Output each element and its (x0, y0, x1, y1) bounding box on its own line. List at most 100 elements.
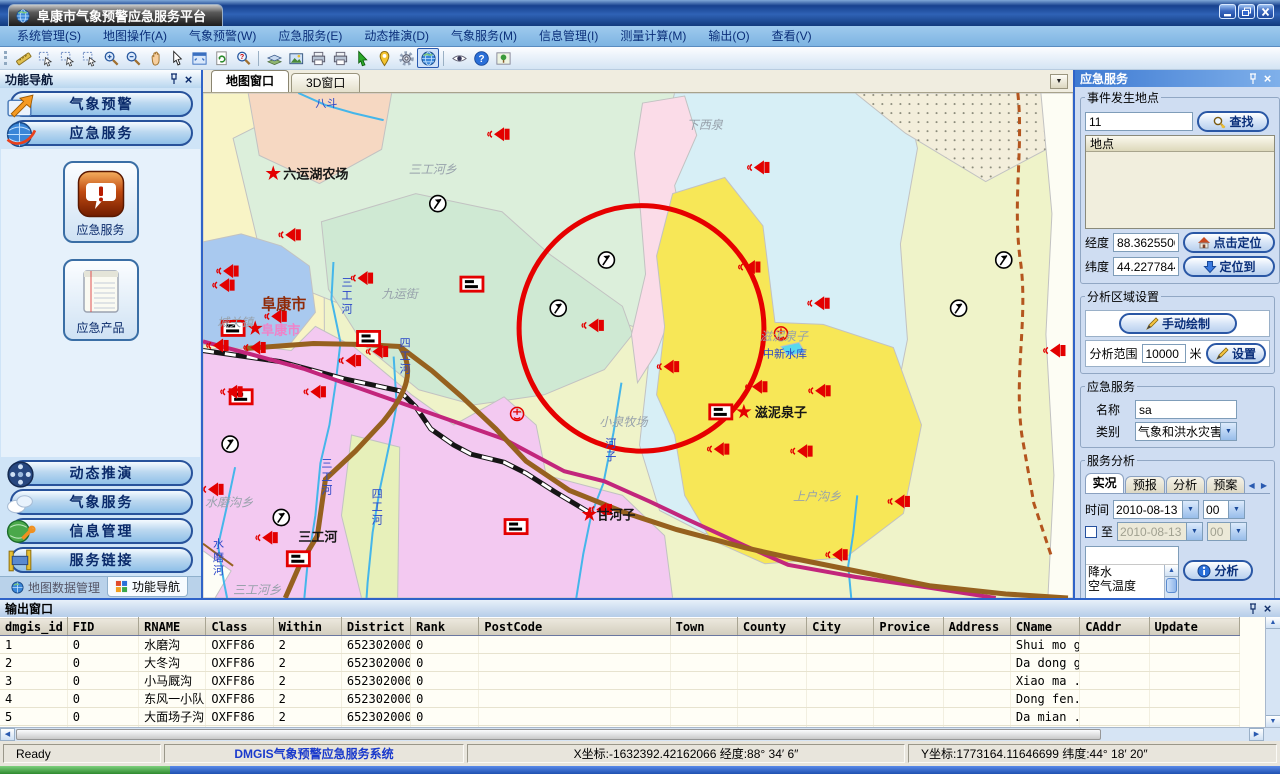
scrollbar-thumb[interactable] (1166, 578, 1177, 593)
pin-icon[interactable] (166, 73, 181, 85)
visibility-tool[interactable] (448, 48, 470, 68)
pointer-tool[interactable] (166, 48, 188, 68)
menu-item-10[interactable]: 查看(V) (761, 26, 823, 46)
place-list[interactable]: 地点 (1085, 135, 1275, 229)
element-item-1[interactable]: 降水 (1088, 565, 1176, 579)
analysis-tab-2[interactable]: 预报 (1125, 476, 1164, 493)
settings-tool[interactable] (395, 48, 417, 68)
help-tool[interactable] (470, 48, 492, 68)
globe-service-tool[interactable] (417, 48, 439, 68)
column-header[interactable]: Rank (411, 618, 479, 636)
close-button[interactable] (1257, 4, 1274, 19)
restore-button[interactable] (1238, 4, 1255, 19)
pan-tool[interactable] (144, 48, 166, 68)
zoom-out-tool[interactable] (122, 48, 144, 68)
column-header[interactable]: Class (206, 618, 273, 636)
print-preview-tool[interactable] (329, 48, 351, 68)
measure-tool[interactable] (12, 48, 34, 68)
column-header[interactable]: Update (1149, 618, 1240, 636)
select-rectangle-tool[interactable] (34, 48, 56, 68)
column-header[interactable]: dmgis_id (0, 618, 67, 636)
analysis-tab-1[interactable]: 实况 (1085, 473, 1124, 493)
tab-map-window[interactable]: 地图窗口 (211, 70, 289, 92)
column-header[interactable]: FID (67, 618, 138, 636)
select-free-tool[interactable] (78, 48, 100, 68)
map-tabs-dropdown[interactable]: ▼ (1050, 74, 1068, 89)
tab-map-data-management[interactable]: 地图数据管理 (4, 577, 107, 597)
map-canvas[interactable]: 八斗六运湖农场三工河乡下西泉九运街阜康市城关镇阜康市滋泥泉子中新水库滋泥泉子小泉… (203, 93, 1073, 598)
scroll-left-icon[interactable]: ◀ (0, 728, 15, 741)
date-select[interactable]: 2010-08-13▼ (1113, 500, 1199, 519)
menu-item-9[interactable]: 输出(O) (697, 26, 760, 46)
click-locate-button[interactable]: 点击定位 (1183, 232, 1275, 253)
close-icon[interactable]: × (1260, 601, 1275, 616)
column-header[interactable]: City (807, 618, 874, 636)
table-row[interactable]: 40东风一小队OXFF8626523020000Dong fen... (0, 690, 1240, 708)
select-polygon-tool[interactable] (56, 48, 78, 68)
minimize-button[interactable] (1219, 4, 1236, 19)
list-scrollbar[interactable]: ▲ (1164, 565, 1178, 598)
location-keyword-input[interactable] (1085, 112, 1193, 131)
service-name-input[interactable] (1135, 400, 1237, 419)
analysis-range-input[interactable] (1142, 344, 1186, 363)
column-header[interactable]: Address (943, 618, 1010, 636)
chevron-down-icon[interactable]: ▼ (1220, 423, 1236, 440)
close-icon[interactable]: × (181, 72, 196, 87)
nav-info-management[interactable]: 信息管理 (10, 518, 193, 544)
nav-emergency-service[interactable]: 应急服务 (10, 120, 193, 146)
shortcut-emergency-product[interactable]: 应急产品 (63, 259, 139, 341)
tab-scroll-arrows[interactable]: ◀ ▶ (1248, 481, 1269, 490)
zoom-in-tool[interactable] (100, 48, 122, 68)
locate-to-button[interactable]: 定位到 (1183, 256, 1275, 277)
menu-item-5[interactable]: 动态推演(D) (353, 26, 440, 46)
export-image-tool[interactable] (285, 48, 307, 68)
shortcut-emergency-service[interactable]: 应急服务 (63, 161, 139, 243)
menu-item-4[interactable]: 应急服务(E) (267, 26, 353, 46)
column-header[interactable]: Within (273, 618, 341, 636)
close-icon[interactable]: × (1260, 71, 1275, 86)
analysis-tab-3[interactable]: 分析 (1166, 476, 1205, 493)
tab-3d-window[interactable]: 3D窗口 (291, 73, 360, 92)
column-header[interactable]: RNAME (139, 618, 206, 636)
scroll-right-icon[interactable]: ▶ (1249, 728, 1264, 741)
print-tool[interactable] (307, 48, 329, 68)
full-extent-tool[interactable] (188, 48, 210, 68)
column-header[interactable]: County (737, 618, 806, 636)
column-header[interactable]: Town (670, 618, 737, 636)
nav-dynamic-deduction[interactable]: 动态推演 (10, 460, 193, 486)
longitude-input[interactable] (1113, 233, 1179, 252)
menu-item-2[interactable]: 地图操作(A) (92, 26, 178, 46)
chevron-down-icon[interactable]: ▼ (1182, 501, 1198, 518)
analyze-button[interactable]: 分析 (1183, 560, 1253, 581)
analysis-tab-4[interactable]: 预案 (1206, 476, 1245, 493)
manual-draw-button[interactable]: 手动绘制 (1119, 313, 1237, 334)
column-header[interactable]: District (341, 618, 410, 636)
chevron-down-icon[interactable]: ▼ (1228, 501, 1244, 518)
end-date-select[interactable]: 2010-08-13▼ (1117, 522, 1203, 541)
pin-icon[interactable] (1245, 73, 1260, 85)
latitude-input[interactable] (1113, 257, 1179, 276)
table-row[interactable]: 10水磨沟OXFF8626523020000Shui mo gou (0, 636, 1240, 654)
column-header[interactable]: CAddr (1080, 618, 1149, 636)
scene-tool[interactable] (492, 48, 514, 68)
column-header[interactable]: Provice (874, 618, 943, 636)
nav-weather-service[interactable]: 气象服务 (10, 489, 193, 515)
menu-item-3[interactable]: 气象预警(W) (178, 26, 267, 46)
horizontal-scrollbar[interactable]: ◀ ▶ (0, 727, 1280, 741)
set-range-button[interactable]: 设置 (1206, 343, 1266, 364)
scroll-down-icon[interactable]: ▼ (1266, 715, 1280, 727)
map-svg[interactable]: 八斗六运湖农场三工河乡下西泉九运街阜康市城关镇阜康市滋泥泉子中新水库滋泥泉子小泉… (203, 93, 1073, 598)
vertical-scrollbar[interactable]: ▲ ▼ (1265, 617, 1280, 727)
pin-icon[interactable] (1245, 603, 1260, 615)
table-row[interactable]: 20大冬沟OXFF8626523020000Da dong gou (0, 654, 1240, 672)
column-header[interactable]: PostCode (479, 618, 670, 636)
nav-weather-warning[interactable]: 气象预警 (10, 91, 193, 117)
scroll-up-icon[interactable]: ▲ (1165, 565, 1178, 577)
menu-item-6[interactable]: 气象服务(M) (440, 26, 528, 46)
identify-tool[interactable] (232, 48, 254, 68)
column-header[interactable]: CName (1010, 618, 1079, 636)
menu-item-1[interactable]: 系统管理(S) (6, 26, 92, 46)
scroll-up-icon[interactable]: ▲ (1266, 617, 1280, 629)
find-button[interactable]: 查找 (1197, 111, 1269, 132)
hour-select[interactable]: 00▼ (1203, 500, 1245, 519)
